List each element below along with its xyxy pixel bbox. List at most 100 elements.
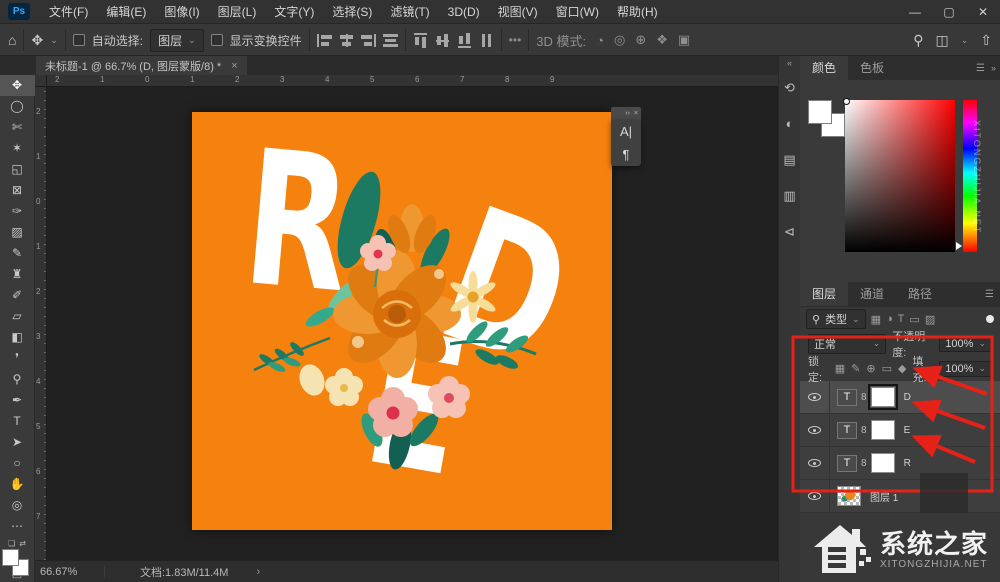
text-layer-thumbnail[interactable]: T (837, 389, 857, 406)
shape-tool[interactable]: ○ (0, 453, 35, 474)
libraries-panel-icon[interactable]: ▤ (779, 148, 801, 172)
path-selection-tool[interactable]: ➤ (0, 432, 35, 453)
close-icon[interactable]: × (634, 110, 638, 117)
current-tool-icon[interactable]: ✥ (31, 32, 43, 49)
share-icon[interactable]: ⇧ (980, 32, 992, 49)
lock-artboard-icon[interactable]: ▭ (882, 362, 892, 375)
menu-item[interactable]: 图层(L) (209, 0, 266, 24)
align-top-icon[interactable] (414, 33, 427, 48)
layer-mask-thumbnail[interactable] (871, 387, 895, 407)
blend-mode-dropdown[interactable]: 正常 ⌄ (808, 334, 886, 354)
minimize-button[interactable]: — (898, 0, 932, 24)
distribute-horizontal-icon[interactable] (479, 34, 494, 47)
blur-tool[interactable]: ❜ (0, 348, 35, 369)
chevron-down-icon[interactable]: ⌄ (961, 35, 969, 46)
eye-icon[interactable] (808, 459, 821, 467)
move-tool[interactable]: ✥ (0, 75, 35, 96)
align-right-icon[interactable] (361, 34, 376, 47)
tab-layers[interactable]: 图层 (800, 282, 848, 306)
expand-dock-icon[interactable]: « (787, 56, 792, 70)
properties-panel-icon[interactable]: ▥ (779, 184, 801, 208)
menu-item[interactable]: 图像(I) (155, 0, 208, 24)
more-options-icon[interactable]: ••• (509, 33, 522, 47)
layer-mask-thumbnail[interactable] (871, 453, 895, 473)
layer-mask-thumbnail[interactable] (871, 420, 895, 440)
camera-3d-icon[interactable]: ▣ (678, 32, 690, 48)
filter-smart-object-icon[interactable]: ▨ (925, 313, 935, 326)
swap-colors-icon[interactable]: ⇄ (19, 539, 26, 548)
filter-shape-icon[interactable]: ▭ (909, 313, 919, 326)
eye-icon[interactable] (808, 492, 821, 500)
search-icon[interactable]: ⚲ (913, 32, 923, 49)
slide-3d-icon[interactable]: ❖ (656, 32, 668, 48)
lock-transparency-icon[interactable]: ▦ (835, 362, 845, 375)
menu-item[interactable]: 文件(F) (40, 0, 97, 24)
type-tool[interactable]: T (0, 411, 35, 432)
status-chevron-icon[interactable]: › (228, 566, 260, 578)
distribute-vertical-icon[interactable] (383, 34, 398, 47)
align-bottom-icon[interactable] (458, 33, 471, 48)
lock-position-icon[interactable]: ⊕ (866, 362, 875, 375)
foreground-color-swatch[interactable] (2, 549, 19, 566)
visibility-cell[interactable] (800, 447, 830, 479)
align-left-icon[interactable] (317, 34, 332, 47)
menu-item[interactable]: 滤镜(T) (381, 0, 438, 24)
history-panel-icon[interactable]: ⟲ (779, 76, 801, 100)
lock-paint-icon[interactable]: ✎ (851, 362, 860, 375)
clone-stamp-tool[interactable]: ♜ (0, 264, 35, 285)
default-colors-icon[interactable]: ❏ (8, 539, 15, 548)
gradient-tool[interactable]: ◧ (0, 327, 35, 348)
layer-name[interactable]: 图层 1 (870, 489, 898, 504)
roll-3d-icon[interactable]: ◎ (614, 32, 625, 48)
menu-item[interactable]: 帮助(H) (608, 0, 667, 24)
marquee-tool[interactable]: ◯ (0, 96, 35, 117)
tab-channels[interactable]: 通道 (848, 282, 896, 306)
patch-tool[interactable]: ▨ (0, 222, 35, 243)
lasso-tool[interactable]: ✄ (0, 117, 35, 138)
pen-tool[interactable]: ✒ (0, 390, 35, 411)
zoom-tool[interactable]: ◎ (0, 495, 35, 516)
pan-3d-icon[interactable]: ⊕ (635, 32, 646, 48)
canvas[interactable]: R D E (192, 112, 612, 530)
layer-name[interactable]: R (904, 458, 911, 469)
dodge-tool[interactable]: ⚲ (0, 369, 35, 390)
hue-slider-handle[interactable] (956, 242, 962, 250)
align-middle-icon[interactable] (436, 33, 449, 48)
home-icon[interactable]: ⌂ (8, 32, 16, 48)
filter-toggle-icon[interactable] (986, 315, 994, 323)
maximize-button[interactable]: ▢ (932, 0, 966, 24)
share-panel-icon[interactable]: ⊲ (779, 220, 801, 244)
eye-icon[interactable] (808, 393, 821, 401)
brush-tool[interactable]: ✎ (0, 243, 35, 264)
document-tab[interactable]: 未标题-1 @ 66.7% (D, 图层蒙版/8) * × (36, 56, 247, 75)
crop-tool[interactable]: ◱ (0, 159, 35, 180)
layer-row-image[interactable]: 图层 1 (800, 480, 1000, 513)
opacity-dropdown[interactable]: 100% ⌄ (939, 336, 992, 352)
close-tab-icon[interactable]: × (231, 60, 237, 72)
eraser-tool[interactable]: ▱ (0, 306, 35, 327)
filter-adjustment-icon[interactable]: ◑ (886, 313, 893, 325)
lock-all-icon[interactable]: ◆ (898, 362, 906, 375)
layer-row-d[interactable]: T 8 D (800, 381, 1000, 414)
hand-tool[interactable]: ✋ (0, 474, 35, 495)
tab-swatches[interactable]: 色板 (848, 56, 896, 80)
filter-pixel-icon[interactable]: ▦ (871, 313, 881, 326)
image-layer-thumbnail[interactable] (837, 486, 861, 506)
panel-menu-icon[interactable]: ☰ (985, 289, 994, 300)
menu-item[interactable]: 编辑(E) (97, 0, 155, 24)
saturation-brightness-field[interactable] (845, 100, 955, 252)
menu-item[interactable]: 视图(V) (489, 0, 547, 24)
visibility-cell[interactable] (800, 480, 830, 512)
menu-item[interactable]: 3D(D) (439, 0, 489, 24)
layer-row-e[interactable]: T 8 E (800, 414, 1000, 447)
close-button[interactable]: ✕ (966, 0, 1000, 24)
auto-select-checkbox[interactable] (73, 34, 85, 46)
app-logo-icon[interactable]: Ps (8, 3, 30, 20)
paragraph-panel-icon[interactable]: ¶ (623, 147, 630, 162)
show-transform-checkbox[interactable] (211, 34, 223, 46)
history-brush-tool[interactable]: ✐ (0, 285, 35, 306)
eye-icon[interactable] (808, 426, 821, 434)
visibility-cell[interactable] (800, 381, 830, 413)
collapse-panel-icon[interactable]: ›› (625, 110, 630, 117)
panel-menu-icon[interactable]: ☰ (976, 63, 985, 74)
